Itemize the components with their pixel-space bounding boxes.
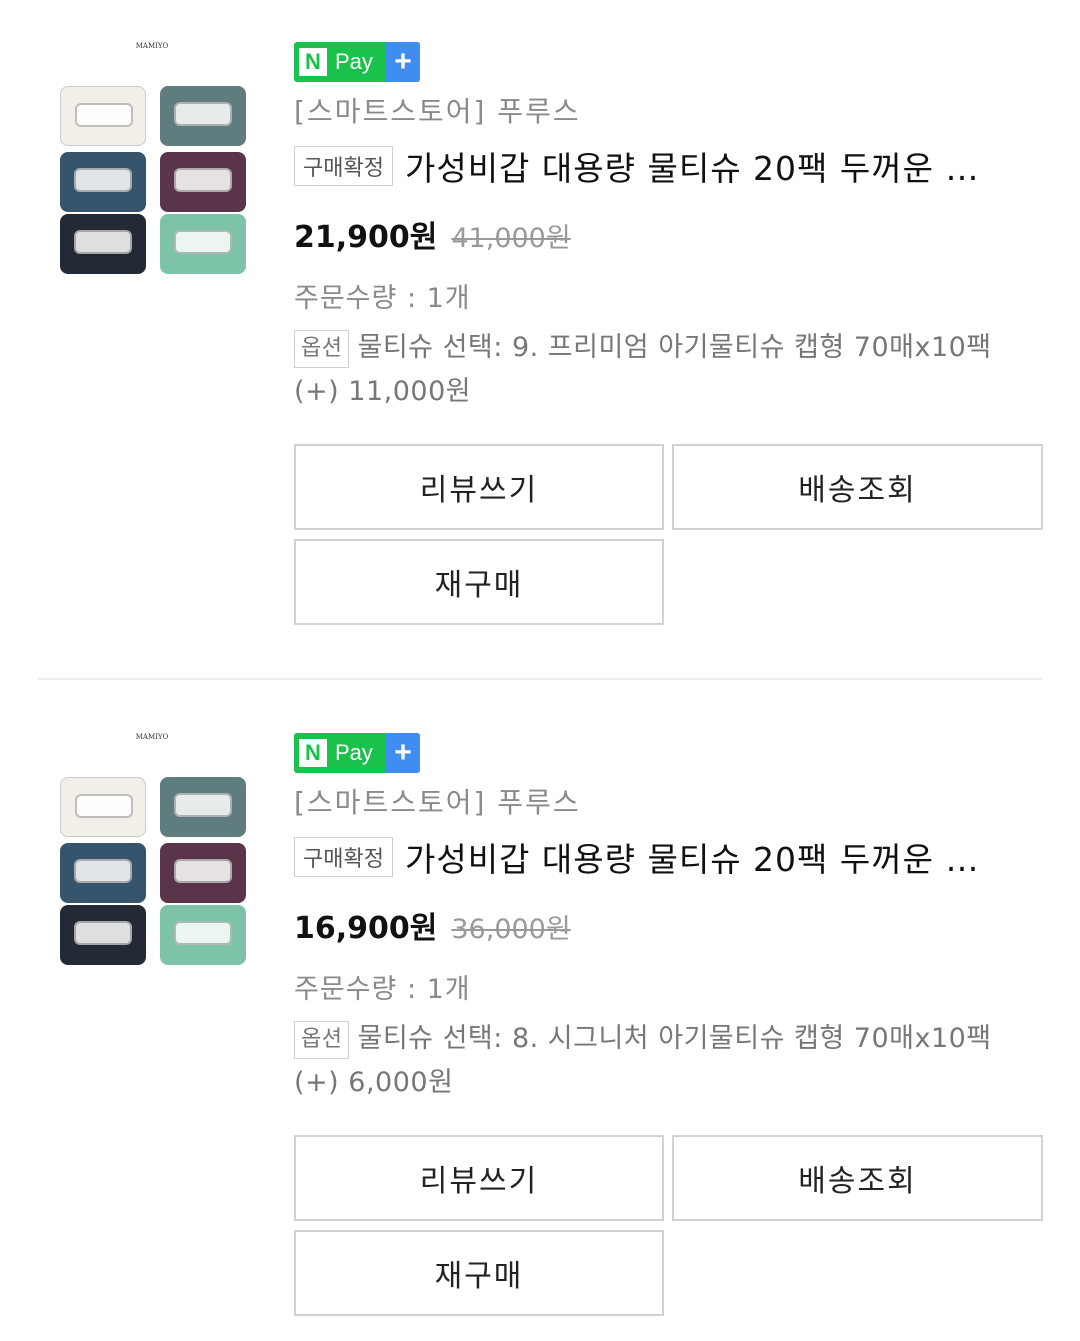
- purchase-confirmed-badge: 구매확정: [294, 146, 393, 186]
- pack-sage: [160, 86, 246, 146]
- track-shipping-button[interactable]: 배송조회: [672, 444, 1043, 530]
- title-row[interactable]: 구매확정 가성비갑 대용량 물티슈 20팩 두꺼운 …: [294, 833, 1024, 881]
- plus-icon: +: [386, 733, 420, 773]
- sale-price: 16,900원: [294, 911, 438, 946]
- price-row: 21,900원 41,000원: [294, 212, 571, 256]
- npay-plus-badge: N Pay +: [294, 42, 420, 82]
- write-review-button[interactable]: 리뷰쓰기: [294, 1135, 664, 1221]
- store-name[interactable]: [스마트스토어] 푸루스: [294, 781, 581, 821]
- option-badge: 옵션: [294, 1020, 350, 1059]
- rebuy-button[interactable]: 재구매: [294, 539, 664, 625]
- option-info: 옵션 물티슈 선택: 9. 프리미엄 아기물티슈 캡형 70매x10팩 (+) 1…: [294, 326, 1034, 414]
- product-title[interactable]: 가성비갑 대용량 물티슈 20팩 두꺼운 …: [405, 142, 979, 190]
- original-price: 41,000원: [451, 223, 571, 254]
- pack-sage: [160, 777, 246, 837]
- rebuy-button[interactable]: 재구매: [294, 1230, 664, 1316]
- title-row[interactable]: 구매확정 가성비갑 대용량 물티슈 20팩 두꺼운 …: [294, 142, 1024, 190]
- pay-label: Pay: [335, 49, 373, 74]
- track-shipping-button[interactable]: 배송조회: [672, 1135, 1043, 1221]
- order-quantity: 주문수량 : 1개: [294, 283, 471, 314]
- pack-mint: [160, 905, 246, 965]
- original-price: 36,000원: [451, 914, 571, 945]
- option-badge: 옵션: [294, 329, 350, 368]
- product-thumbnail[interactable]: MAMIYO: [56, 731, 248, 965]
- option-info: 옵션 물티슈 선택: 8. 시그니처 아기물티슈 캡형 70매x10팩 (+) 6…: [294, 1017, 1034, 1105]
- pack-mint: [160, 214, 246, 274]
- npay-plus-badge: N Pay +: [294, 733, 420, 773]
- product-title[interactable]: 가성비갑 대용량 물티슈 20팩 두꺼운 …: [405, 833, 979, 881]
- plus-icon: +: [386, 42, 420, 82]
- pack-white: [60, 777, 146, 837]
- naver-n-icon: N: [299, 48, 327, 76]
- pack-blue: [60, 843, 146, 903]
- option-text: 물티슈 선택: 8. 시그니처 아기물티슈 캡형 70매x10팩 (+) 6,0…: [294, 1023, 992, 1098]
- naver-n-icon: N: [299, 739, 327, 767]
- divider: [38, 678, 1043, 680]
- pack-blue: [60, 152, 146, 212]
- pack-plum: [160, 843, 246, 903]
- pack-white: [60, 86, 146, 146]
- purchase-confirmed-badge: 구매확정: [294, 837, 393, 877]
- product-thumbnail[interactable]: MAMIYO: [56, 40, 248, 274]
- price-row: 16,900원 36,000원: [294, 903, 571, 947]
- brand-logo: MAMIYO: [135, 42, 169, 50]
- brand-logo: MAMIYO: [135, 733, 169, 741]
- store-name[interactable]: [스마트스토어] 푸루스: [294, 90, 581, 130]
- order-quantity: 주문수량 : 1개: [294, 974, 471, 1005]
- pack-plum: [160, 152, 246, 212]
- write-review-button[interactable]: 리뷰쓰기: [294, 444, 664, 530]
- pack-navy: [60, 905, 146, 965]
- pay-label: Pay: [335, 740, 373, 765]
- pack-navy: [60, 214, 146, 274]
- sale-price: 21,900원: [294, 220, 438, 255]
- option-text: 물티슈 선택: 9. 프리미엄 아기물티슈 캡형 70매x10팩 (+) 11,…: [294, 332, 992, 407]
